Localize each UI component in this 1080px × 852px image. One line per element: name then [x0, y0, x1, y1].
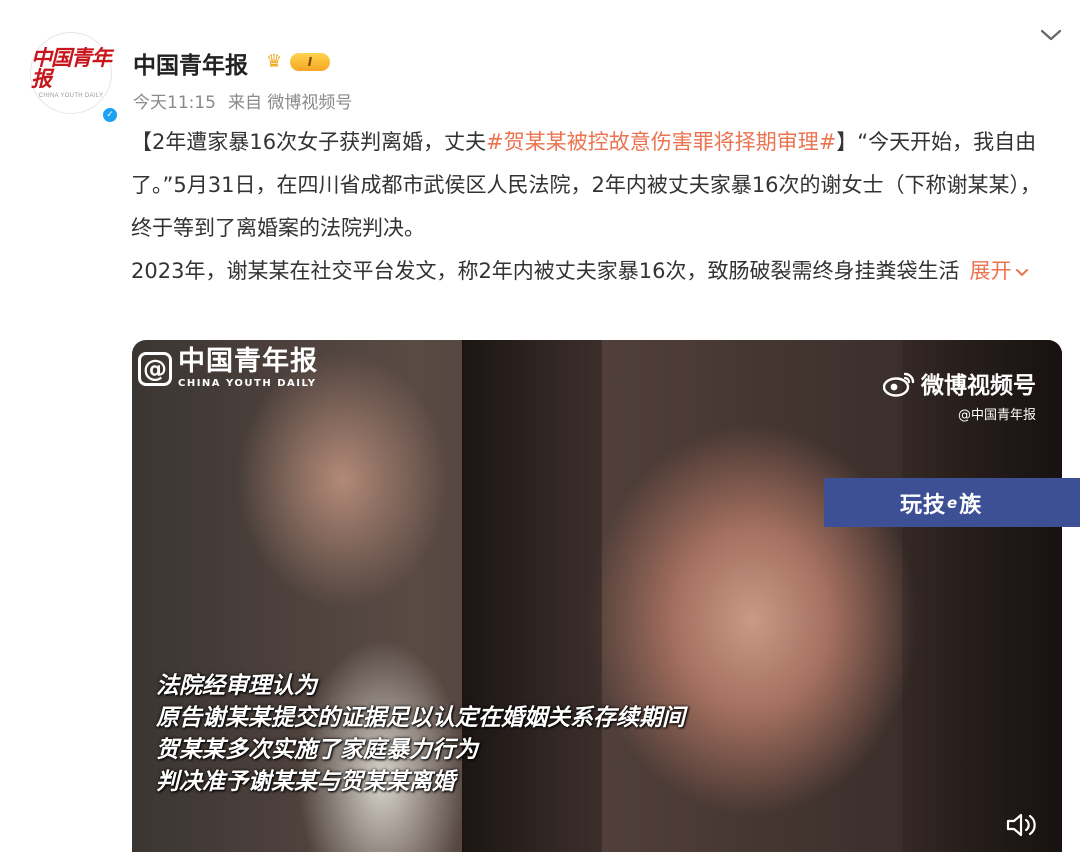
avatar-logo-en: CHINA YOUTH DAILY	[38, 93, 104, 99]
video-watermark-right: 微博视频号 @中国青年报	[882, 366, 1036, 423]
text-segment: 2023年，谢某某在社交平台发文，称2年内被丈夫家暴16次，致肠破裂需终身挂粪袋…	[131, 259, 960, 283]
post-source[interactable]: 来自 微博视频号	[228, 88, 352, 113]
post-time[interactable]: 今天11:15	[133, 88, 216, 113]
video-player[interactable]: @ 中国青年报 CHINA YOUTH DAILY 微博视频号 @中国青年报 法…	[132, 340, 1062, 852]
at-icon: @	[138, 351, 172, 386]
badge-level: I	[290, 53, 330, 71]
expand-button[interactable]: 展开	[970, 259, 1029, 283]
post-meta: 今天11:15 来自 微博视频号	[133, 88, 352, 113]
watermark-en: CHINA YOUTH DAILY	[178, 378, 317, 389]
video-subtitles: 法院经审理认为 原告谢某某提交的证据足以认定在婚姻关系存续期间 贺某某多次实施了…	[156, 670, 685, 798]
subtitle-line: 贺某某多次实施了家庭暴力行为	[156, 737, 478, 763]
banner-e: e	[947, 493, 959, 512]
weibo-icon	[882, 371, 915, 397]
avatar[interactable]: 中国青年报 CHINA YOUTH DAILY	[30, 32, 112, 114]
video-watermark-left: @ 中国青年报 CHINA YOUTH DAILY	[138, 348, 318, 389]
watermark-title: 微博视频号	[921, 373, 1036, 399]
chevron-down-icon	[1015, 269, 1028, 277]
post-paragraph-1: 【2年遭家暴16次女子获判离婚，丈夫#贺某某被控故意伤害罪将择期审理#】“今天开…	[131, 121, 1051, 250]
subtitle-line: 法院经审理认为	[156, 673, 317, 699]
sound-icon[interactable]	[1004, 810, 1040, 840]
watermark-handle: @中国青年报	[957, 408, 1036, 423]
subtitle-line: 原告谢某某提交的证据足以认定在婚姻关系存续期间	[156, 705, 685, 731]
author-name[interactable]: 中国青年报	[133, 46, 248, 80]
post-text: 【2年遭家暴16次女子获判离婚，丈夫#贺某某被控故意伤害罪将择期审理#】“今天开…	[131, 121, 1051, 293]
text-segment: 【2年遭家暴16次女子获判离婚，丈夫	[131, 130, 487, 154]
hashtag-link[interactable]: #贺某某被控故意伤害罪将择期审理#	[486, 130, 836, 154]
crown-icon: ♛	[266, 51, 283, 72]
banner-text: 族	[959, 492, 983, 518]
expand-label: 展开	[969, 259, 1012, 283]
member-badge[interactable]: ♛ I	[266, 51, 332, 73]
post-paragraph-2: 2023年，谢某某在社交平台发文，称2年内被丈夫家暴16次，致肠破裂需终身挂粪袋…	[131, 250, 1051, 293]
site-watermark-banner: 玩技 e 族	[824, 478, 1080, 527]
banner-text: 玩技	[900, 492, 947, 518]
avatar-logo-cn: 中国青年报	[31, 45, 112, 91]
chevron-down-icon[interactable]	[1038, 26, 1064, 46]
verified-icon: ✓	[101, 106, 119, 124]
watermark-cn: 中国青年报	[178, 346, 318, 377]
subtitle-line: 判决准予谢某某与贺某某离婚	[156, 769, 455, 795]
